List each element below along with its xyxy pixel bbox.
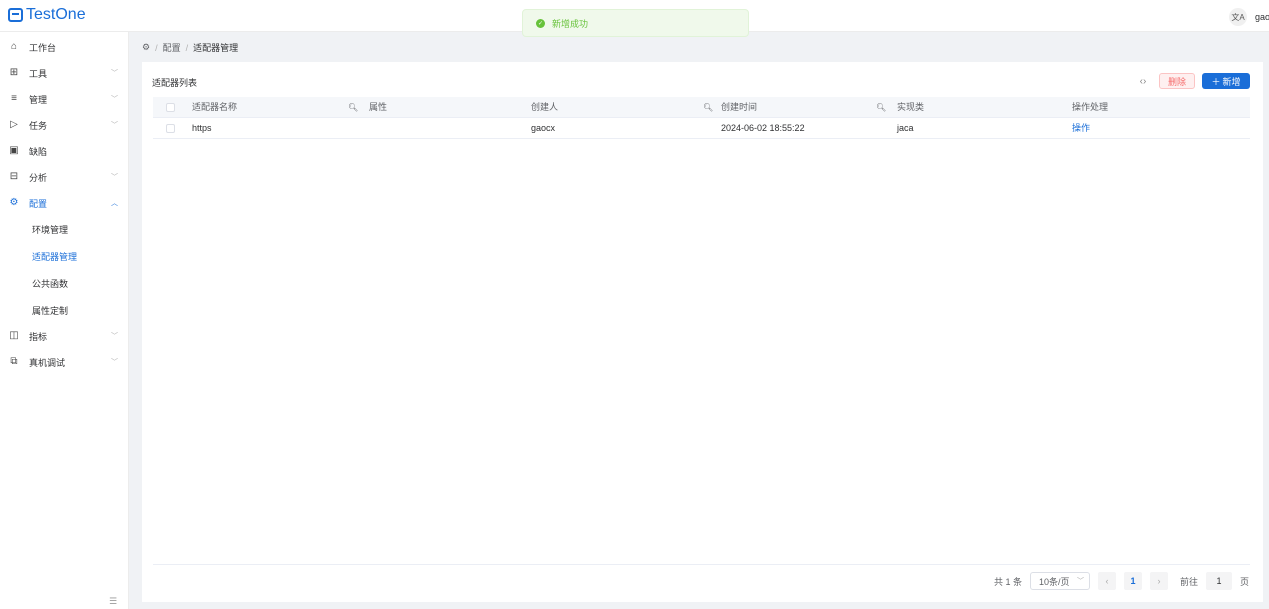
sidebar-item-label: 任务 — [29, 120, 48, 131]
bug-icon: ▣ — [9, 145, 19, 156]
table-toolbar: ‹› 删除 ＋ 新增 — [1134, 73, 1250, 89]
sidebar: ⌂ 工作台 ⊞ 工具 ﹀ ≡ 管理 ﹀ ▷ 任务 ﹀ ▣ 缺陷 ⊟ 分析 ﹀ ⚙… — [0, 32, 129, 609]
column-header-action: 操作处理 — [1072, 102, 1109, 112]
logo-text: TestOne — [26, 6, 86, 23]
sidebar-subitem-label: 适配器管理 — [32, 251, 78, 262]
chart-icon: ⊟ — [9, 171, 19, 182]
divider — [153, 564, 1250, 565]
search-icon[interactable]: 🔍︎ — [348, 97, 358, 118]
list-icon: ≡ — [11, 93, 17, 104]
column-header-created: 创建时间 — [721, 102, 758, 112]
gear-icon: ⚙ — [9, 197, 19, 208]
sidebar-item-label: 指标 — [29, 331, 48, 342]
app-logo[interactable]: TestOne — [8, 5, 86, 25]
chevron-down-icon: ﹀ — [111, 359, 118, 366]
next-page-button[interactable]: › — [1149, 572, 1168, 590]
column-header-attr: 属性 — [369, 102, 388, 112]
cell-created: 2024-06-02 18:55:22 — [721, 123, 805, 133]
operate-link[interactable]: 操作 — [1072, 118, 1090, 139]
grid-icon: ⊞ — [9, 67, 19, 78]
sidebar-item-metrics[interactable]: ◫ 指标 ﹀ — [0, 323, 129, 349]
table-header-row: 适配器名称 🔍︎ 属性 创建人 🔍︎ 创建时间 🔍︎ 实现类 操作处理 — [153, 97, 1250, 118]
add-button-label: 新增 — [1222, 76, 1241, 87]
goto-label: 前往 — [1179, 576, 1198, 587]
column-header-creator: 创建人 — [531, 102, 559, 112]
sidebar-item-label: 工作台 — [29, 42, 57, 53]
sidebar-subitem-label: 环境管理 — [32, 224, 69, 235]
breadcrumb: ⚙ / 配置 / 适配器管理 — [142, 41, 238, 54]
logo-icon — [8, 8, 23, 22]
adapter-list-card: 适配器列表 ‹› 删除 ＋ 新增 适配器名称 🔍︎ 属性 创建人 🔍︎ 创建时间… — [142, 62, 1263, 602]
gear-icon: ⚙ — [142, 42, 151, 52]
sidebar-item-label: 缺陷 — [29, 146, 48, 157]
column-header-impl: 实现类 — [897, 102, 925, 112]
sidebar-subitem-env[interactable]: 环境管理 — [0, 216, 129, 242]
sidebar-item-label: 配置 — [29, 198, 48, 209]
cell-impl: jaca — [897, 123, 914, 133]
sidebar-subitem-label: 公共函数 — [32, 278, 69, 289]
sidebar-item-workbench[interactable]: ⌂ 工作台 — [0, 34, 129, 60]
search-icon[interactable]: 🔍︎ — [703, 97, 713, 118]
chevron-down-icon: ﹀ — [111, 70, 118, 77]
pagination: 共 1 条 10条/页 ﹀ ‹ 1 › 前往 1 页 — [994, 572, 1249, 590]
page-size-value: 10条/页 — [1038, 576, 1070, 587]
row-checkbox[interactable] — [166, 124, 175, 133]
sidebar-item-config[interactable]: ⚙ 配置 ︿ — [0, 190, 129, 216]
check-circle-icon: ✓ — [536, 18, 545, 28]
panel-icon: ◫ — [9, 330, 19, 341]
cell-creator: gaocx — [531, 123, 556, 133]
refresh-icon[interactable]: ‹› — [1134, 73, 1152, 89]
sidebar-item-analysis[interactable]: ⊟ 分析 ﹀ — [0, 164, 129, 190]
sidebar-subitem-label: 属性定制 — [32, 305, 69, 316]
collapse-sidebar-icon[interactable]: ☰ — [109, 596, 117, 607]
chevron-down-icon: ﹀ — [111, 122, 118, 129]
card-title: 适配器列表 — [152, 78, 198, 88]
home-icon: ⌂ — [10, 41, 18, 52]
sidebar-item-defects[interactable]: ▣ 缺陷 — [0, 138, 129, 164]
cell-name: https — [192, 123, 212, 133]
sidebar-item-tasks[interactable]: ▷ 任务 ﹀ — [0, 112, 129, 138]
sidebar-subitem-attributes[interactable]: 属性定制 — [0, 297, 129, 323]
breadcrumb-current: 适配器管理 — [193, 43, 239, 53]
breadcrumb-separator: / — [155, 42, 158, 53]
chevron-up-icon: ︿ — [111, 200, 118, 207]
send-icon: ▷ — [10, 119, 18, 130]
device-icon: ⧉ — [10, 356, 18, 367]
search-icon[interactable]: 🔍︎ — [876, 97, 886, 118]
success-toast: ✓ 新增成功 — [522, 9, 749, 37]
page-size-select[interactable]: 10条/页 ﹀ — [1029, 572, 1090, 590]
adapter-table: 适配器名称 🔍︎ 属性 创建人 🔍︎ 创建时间 🔍︎ 实现类 操作处理 http… — [153, 97, 1250, 139]
sidebar-item-label: 管理 — [29, 94, 48, 105]
column-header-name: 适配器名称 — [192, 102, 238, 112]
user-name[interactable]: gaocx — [1255, 12, 1269, 22]
page-number[interactable]: 1 — [1123, 572, 1142, 590]
chevron-down-icon: ﹀ — [111, 96, 118, 103]
toast-message: 新增成功 — [552, 18, 589, 29]
sidebar-subitem-adapter[interactable]: 适配器管理 — [0, 243, 129, 269]
select-all-checkbox[interactable] — [166, 103, 175, 112]
sidebar-item-tools[interactable]: ⊞ 工具 ﹀ — [0, 60, 129, 86]
page-unit-label: 页 — [1239, 576, 1249, 587]
plus-icon: ＋ — [1211, 76, 1221, 87]
chevron-down-icon: ﹀ — [1076, 578, 1084, 585]
sidebar-item-manage[interactable]: ≡ 管理 ﹀ — [0, 86, 129, 112]
sidebar-subitem-functions[interactable]: 公共函数 — [0, 270, 129, 296]
table-row: https gaocx 2024-06-02 18:55:22 jaca 操作 — [153, 118, 1250, 139]
sidebar-item-device-debug[interactable]: ⧉ 真机调试 ﹀ — [0, 349, 129, 375]
total-count: 共 1 条 — [993, 576, 1022, 587]
breadcrumb-item[interactable]: 配置 — [163, 41, 181, 54]
sidebar-item-label: 真机调试 — [29, 357, 66, 368]
delete-button[interactable]: 删除 — [1159, 73, 1195, 89]
goto-page-input[interactable]: 1 — [1205, 572, 1232, 590]
translate-icon[interactable]: 文A — [1229, 8, 1247, 26]
chevron-down-icon: ﹀ — [111, 333, 118, 340]
prev-page-button[interactable]: ‹ — [1097, 572, 1116, 590]
sidebar-item-label: 工具 — [29, 68, 48, 79]
breadcrumb-separator: / — [185, 42, 189, 53]
sidebar-item-label: 分析 — [29, 172, 48, 183]
add-button[interactable]: ＋ 新增 — [1202, 73, 1250, 89]
chevron-down-icon: ﹀ — [111, 174, 118, 181]
